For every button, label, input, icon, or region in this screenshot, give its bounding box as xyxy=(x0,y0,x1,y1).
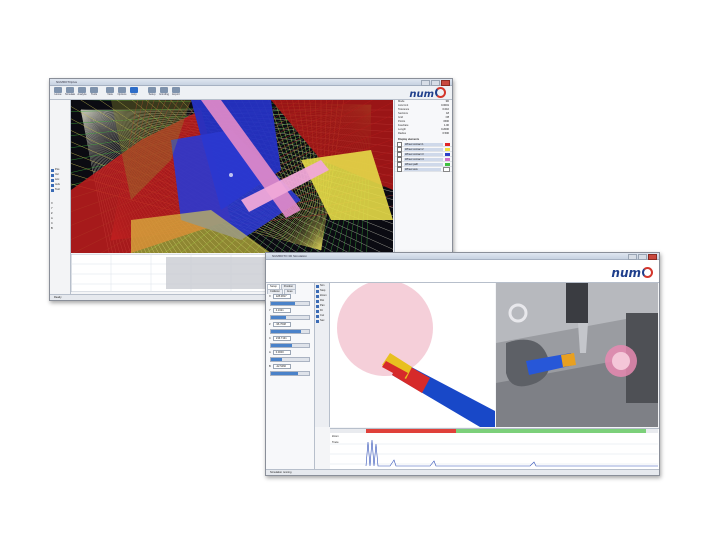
axis-slider[interactable] xyxy=(270,357,310,362)
axis-input[interactable]: 4.1621 xyxy=(272,308,291,313)
window-title: NUMROTO 3D Simulation xyxy=(272,254,307,258)
num-logo: num xyxy=(611,266,653,280)
settings-panel: Setup PositionCollision Axes X 128.0817 Y 4.… xyxy=(266,283,315,469)
axis-slider[interactable] xyxy=(270,343,310,348)
tool-pan[interactable]: Pan xyxy=(316,304,328,308)
legend-item[interactable]: Wheel axis xyxy=(395,166,452,172)
axis-slider[interactable] xyxy=(270,315,310,320)
tab-bar: Setup PositionCollision Axes xyxy=(266,283,314,294)
tool-section[interactable]: Sec xyxy=(316,319,328,323)
slider-fill xyxy=(271,344,292,347)
axis-input[interactable]: 128.0817 xyxy=(272,294,291,299)
section-icon xyxy=(316,319,319,323)
axis-field: Z -96.7648 xyxy=(266,322,314,327)
step-icon xyxy=(316,289,319,293)
num-logo: num xyxy=(409,87,446,100)
tool-vel[interactable]: Vel xyxy=(51,173,69,177)
axis-value: X xyxy=(51,202,53,205)
axis-slider[interactable] xyxy=(270,301,310,306)
pos-icon xyxy=(51,168,54,172)
axis-input[interactable]: -22.5460 xyxy=(272,364,291,369)
zoom-icon xyxy=(316,294,319,298)
tool-cut[interactable]: Cut xyxy=(316,314,328,318)
timeline-progress[interactable] xyxy=(330,429,658,433)
tool-sim[interactable]: Sim xyxy=(316,284,328,288)
tool-jerk[interactable]: Jerk xyxy=(51,183,69,187)
ribbon-toolbar: num xyxy=(266,260,659,283)
property-row: Radius 0.500 xyxy=(398,132,449,135)
jerk-icon xyxy=(51,183,54,187)
color-swatch xyxy=(445,152,450,156)
tool-pos[interactable]: Pos xyxy=(51,168,69,172)
slider-fill xyxy=(271,316,287,319)
tool-tool[interactable]: Tool xyxy=(51,188,69,192)
ribbon-button-tools[interactable]: Tools xyxy=(89,87,99,96)
ribbon-toolbar: Home Simulate Analyze Tools View Options… xyxy=(50,86,452,100)
pan-icon xyxy=(316,304,319,308)
num-swirl-icon xyxy=(642,267,653,278)
axis-input[interactable]: 236.7131 xyxy=(272,336,291,341)
tool-acc[interactable]: Acc xyxy=(51,178,69,182)
fit-icon xyxy=(316,309,319,313)
status-bar: Simulation running xyxy=(266,469,659,475)
color-swatch xyxy=(445,157,450,161)
view-toolbar: Sim Step Zoom Rot Pan Fit Cut Sec xyxy=(315,283,330,427)
axis-value: B xyxy=(51,227,53,230)
axis-value: Y xyxy=(51,207,53,210)
tool-fit[interactable]: Fit xyxy=(316,309,328,313)
tool-zoom[interactable]: Zoom xyxy=(316,294,328,298)
color-swatch xyxy=(445,147,450,151)
tool-rotate[interactable]: Rot xyxy=(316,299,328,303)
sim-icon xyxy=(316,284,319,288)
ribbon-button-analyze[interactable]: Analyze xyxy=(77,87,87,96)
cut-icon xyxy=(316,314,319,318)
vel-icon xyxy=(51,173,54,177)
axis-input[interactable]: -96.7648 xyxy=(272,322,291,327)
machine-3d-view[interactable] xyxy=(496,283,658,427)
rotate-icon xyxy=(316,299,319,303)
window-titlebar[interactable]: NUMROTO 3D Simulation xyxy=(266,253,659,260)
axis-value: C xyxy=(51,222,53,225)
simulation-window: NUMROTO 3D Simulation num Setup PositionC… xyxy=(265,252,660,476)
color-swatch xyxy=(445,162,450,166)
wireframe-viewport[interactable] xyxy=(71,100,393,253)
axis-field: C 236.7131 xyxy=(266,336,314,341)
axis-values: X Y Z A C B xyxy=(50,202,70,231)
tool-icon xyxy=(51,188,54,192)
axis-field: X 128.0817 xyxy=(266,294,314,299)
left-toolbar: Pos Vel Acc Jerk Tool X Y Z A C B xyxy=(50,100,71,294)
slider-fill xyxy=(271,372,298,375)
timeline-panel: Zoom Trace xyxy=(330,428,659,469)
window-title: NUMROTOplus xyxy=(56,80,77,84)
ribbon-button-export[interactable]: Export xyxy=(171,87,181,96)
slider-fill xyxy=(271,330,301,333)
ribbon-button-simulate[interactable]: Simulate xyxy=(65,87,75,96)
axis-value: A xyxy=(51,217,53,220)
tool-step[interactable]: Step xyxy=(316,289,328,293)
tool-3d-view[interactable] xyxy=(330,283,495,427)
checkbox[interactable] xyxy=(397,166,402,172)
ribbon-button-view[interactable]: View xyxy=(105,87,115,96)
window-titlebar[interactable]: NUMROTOplus xyxy=(50,79,452,86)
axis-value: Z xyxy=(51,212,53,215)
axis-slider[interactable] xyxy=(270,371,310,376)
acc-icon xyxy=(51,178,54,182)
ribbon-button-grinding[interactable]: Grinding xyxy=(159,87,169,96)
color-swatch xyxy=(445,142,450,146)
axis-field: B -22.5460 xyxy=(266,364,314,369)
ribbon-button-options[interactable]: Options xyxy=(117,87,127,96)
slider-fill xyxy=(271,358,283,361)
axis-slider[interactable] xyxy=(270,329,310,334)
color-swatch xyxy=(443,166,450,172)
axis-field: A 0.0000 xyxy=(266,350,314,355)
ribbon-button-help[interactable]: Help xyxy=(129,87,139,96)
signal-graph xyxy=(330,439,658,467)
ribbon-button-setup[interactable]: Setup xyxy=(147,87,157,96)
axis-input[interactable]: 0.0000 xyxy=(272,350,291,355)
slider-fill xyxy=(271,302,295,305)
num-swirl-icon xyxy=(435,87,446,98)
ribbon-button-home[interactable]: Home xyxy=(53,87,63,96)
legend-list: Wheel contact 1 Wheel contact 2 Wheel co… xyxy=(395,141,452,172)
axis-field: Y 4.1621 xyxy=(266,308,314,313)
